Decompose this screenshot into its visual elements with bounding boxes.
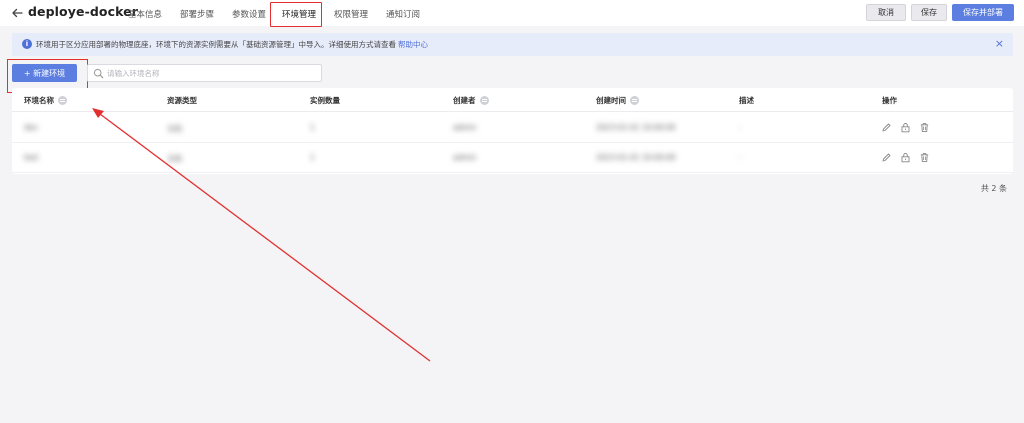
cell-creator: admin (453, 153, 477, 162)
info-banner: i 环境用于区分应用部署的物理底座，环境下的资源实例需要从「基础资源管理」中导入… (12, 33, 1013, 56)
trash-icon[interactable] (919, 152, 930, 163)
environment-table: 环境名称 资源类型 实例数量 创建者 创建时间 描述 操作 dev 主机 1 a… (12, 88, 1013, 174)
banner-message: 环境用于区分应用部署的物理底座，环境下的资源实例需要从「基础资源管理」中导入。详… (36, 40, 396, 49)
back-arrow-icon[interactable] (10, 6, 24, 20)
cell-instance-count: 1 (310, 153, 315, 162)
total-count: 共 2 条 (980, 184, 1007, 193)
lock-icon[interactable] (900, 122, 911, 133)
trash-icon[interactable] (919, 122, 930, 133)
save-and-deploy-button[interactable]: 保存并部署 (952, 4, 1014, 21)
pencil-icon[interactable] (881, 122, 892, 133)
column-creator[interactable]: 创建者 (453, 95, 489, 106)
cell-created-at: 2023-01-01 10:00:00 (596, 123, 676, 132)
cell-instance-count: 1 (310, 123, 315, 132)
cell-description: - (739, 123, 742, 132)
column-instance-count: 实例数量 (310, 96, 340, 105)
column-actions: 操作 (882, 96, 897, 105)
sort-icon[interactable] (630, 96, 639, 105)
search-box[interactable] (87, 64, 322, 82)
table-row: test 主机 1 admin 2023-01-01 10:00:00 - (12, 143, 1013, 173)
cell-name: dev (24, 123, 38, 132)
table-header: 环境名称 资源类型 实例数量 创建者 创建时间 描述 操作 (12, 88, 1013, 112)
cell-resource-type: 主机 (167, 154, 182, 163)
tab-environment[interactable]: 环境管理 (282, 8, 316, 20)
cell-name: test (24, 153, 39, 162)
search-icon (93, 68, 104, 79)
top-bar: deploye-docker 基本信息 部署步骤 参数设置 环境管理 权限管理 … (0, 0, 1024, 27)
pencil-icon[interactable] (881, 152, 892, 163)
info-icon: i (22, 39, 32, 49)
column-created-at[interactable]: 创建时间 (596, 95, 639, 106)
search-input[interactable] (107, 66, 317, 80)
save-button[interactable]: 保存 (911, 4, 947, 21)
new-environment-button[interactable]: + 新建环境 (12, 64, 77, 82)
column-resource-type: 资源类型 (167, 96, 197, 105)
close-icon[interactable]: × (995, 37, 1004, 51)
sort-icon[interactable] (479, 96, 489, 105)
tab-params[interactable]: 参数设置 (232, 8, 266, 20)
page-title: deploye-docker (28, 4, 139, 19)
cancel-button[interactable]: 取消 (866, 4, 906, 21)
table-row: dev 主机 1 admin 2023-01-01 10:00:00 - (12, 113, 1013, 143)
tab-deploy-steps[interactable]: 部署步骤 (180, 8, 214, 20)
cell-resource-type: 主机 (167, 124, 182, 133)
tab-basic-info[interactable]: 基本信息 (128, 8, 162, 20)
banner-text: 环境用于区分应用部署的物理底座，环境下的资源实例需要从「基础资源管理」中导入。详… (36, 39, 428, 50)
help-center-link[interactable]: 帮助中心 (398, 40, 428, 49)
column-description: 描述 (739, 96, 754, 105)
lock-icon[interactable] (900, 152, 911, 163)
column-name[interactable]: 环境名称 (24, 95, 67, 106)
cell-created-at: 2023-01-01 10:00:00 (596, 153, 676, 162)
cell-description: - (739, 153, 742, 162)
cell-creator: admin (453, 123, 477, 132)
tab-permissions[interactable]: 权限管理 (334, 8, 368, 20)
sort-icon[interactable] (58, 96, 67, 105)
tab-notifications[interactable]: 通知订阅 (386, 8, 420, 20)
